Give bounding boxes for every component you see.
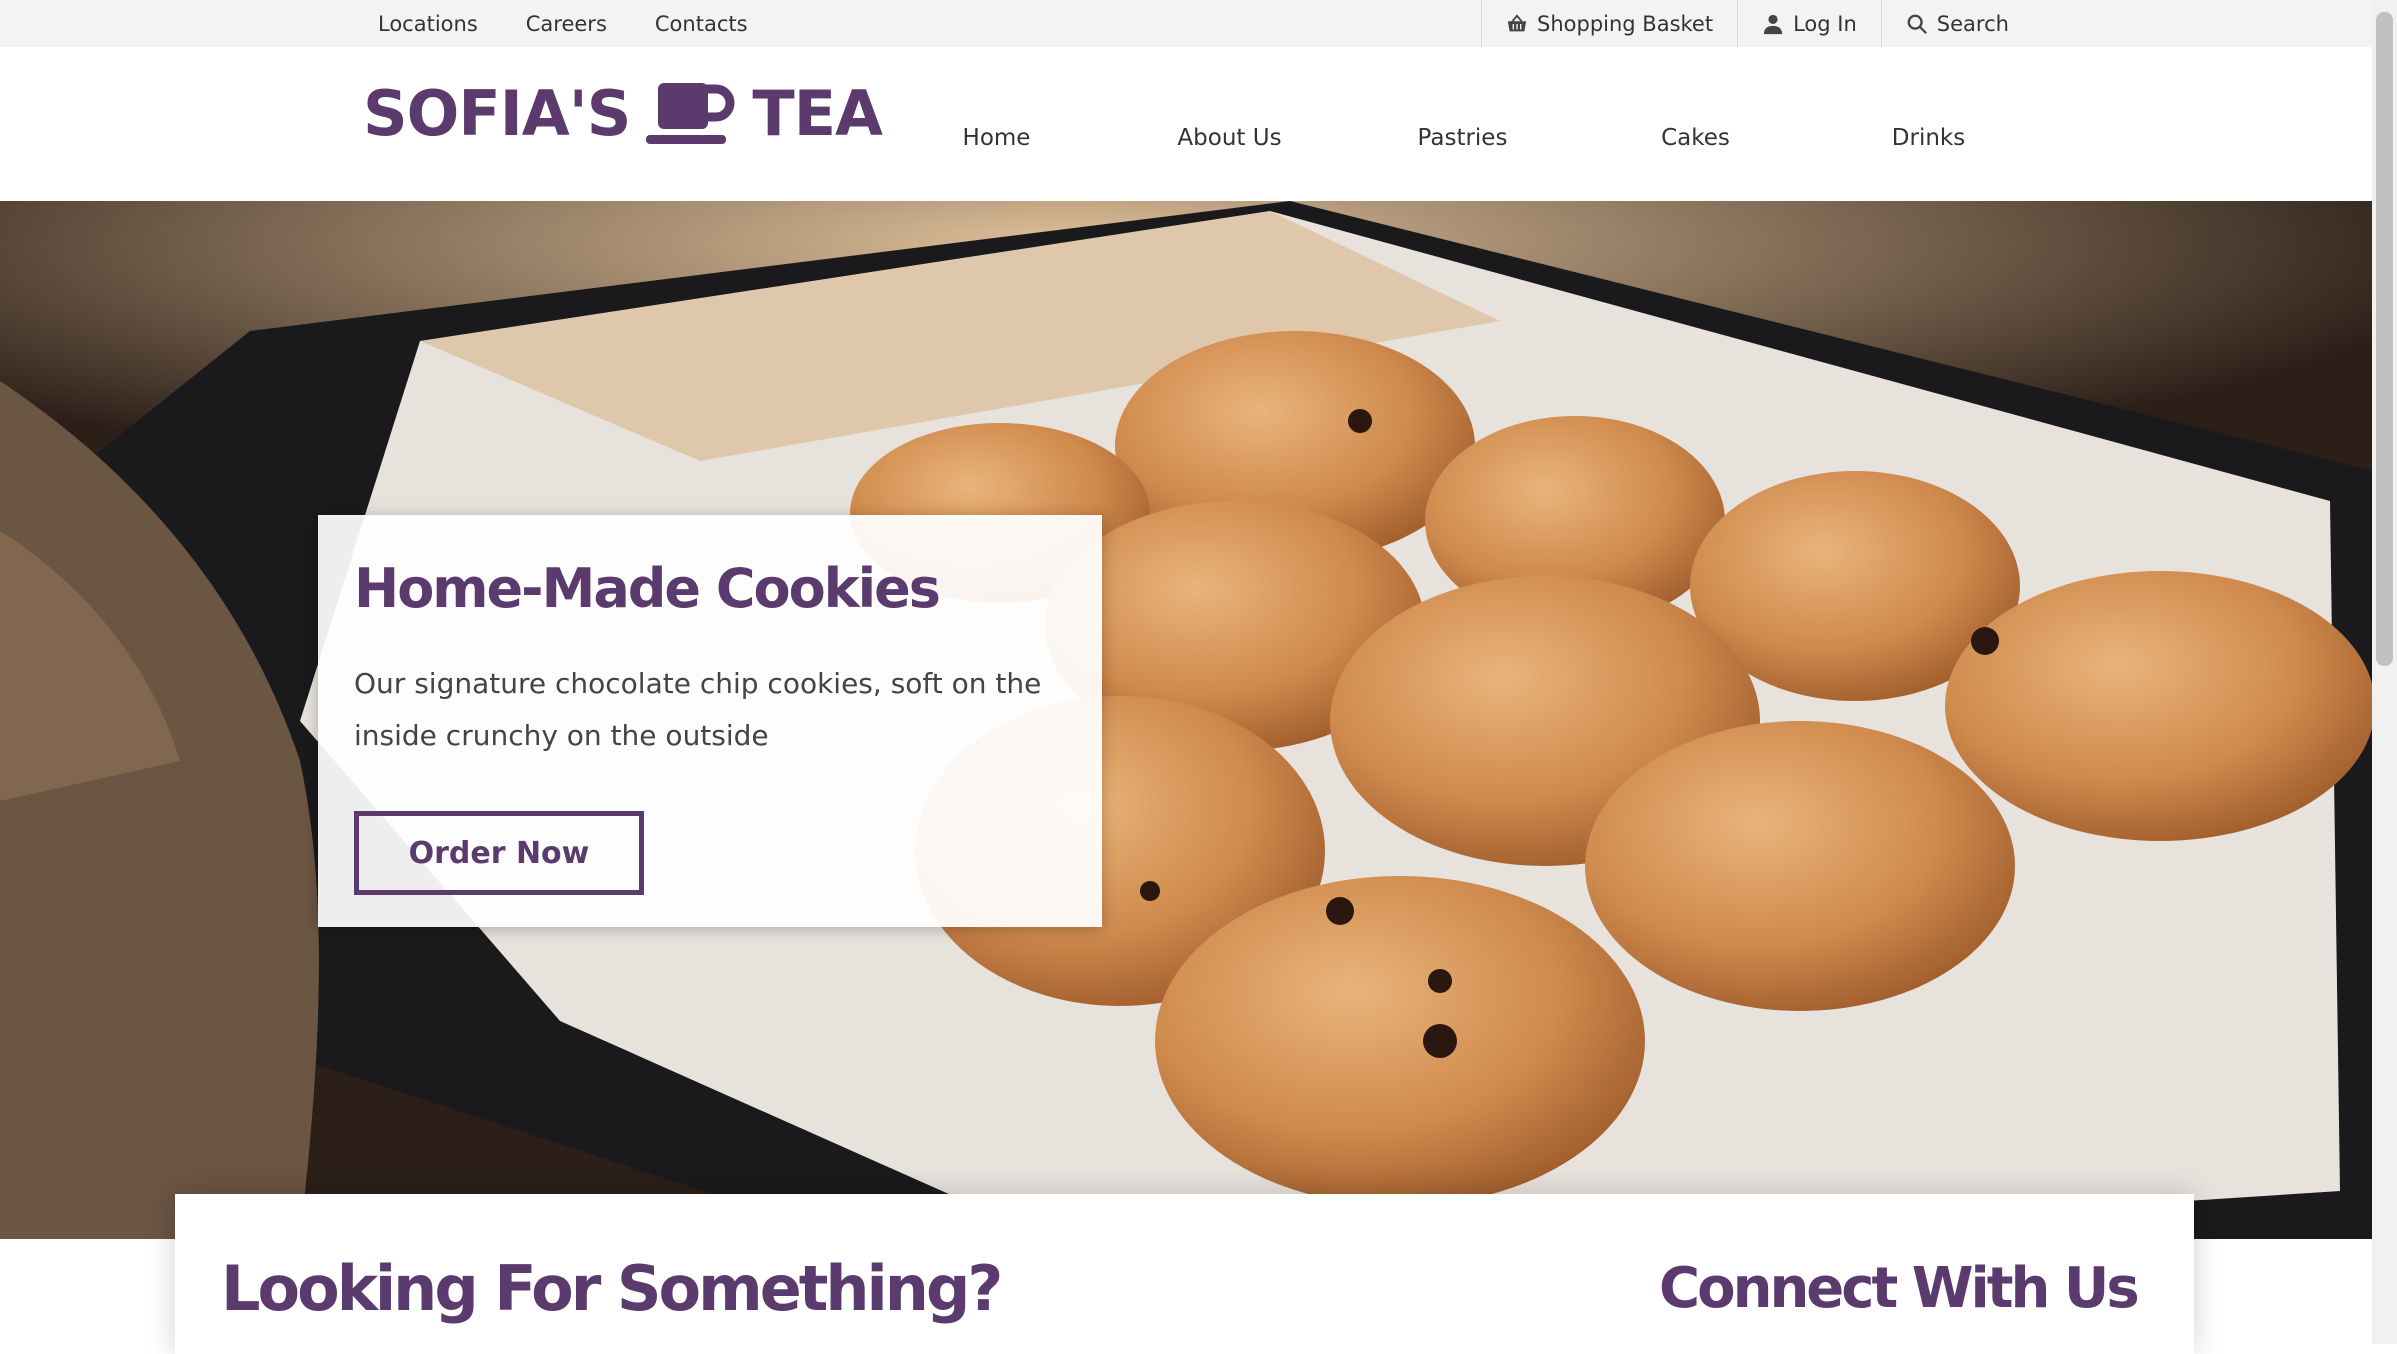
order-now-button[interactable]: Order Now <box>354 811 644 895</box>
looking-for-something-heading: Looking For Something? <box>221 1252 1003 1325</box>
logo-text-right: TEA <box>752 77 883 150</box>
nav-about-us[interactable]: About Us <box>1113 97 1346 151</box>
info-card: Looking For Something? Connect With Us <box>175 1194 2194 1354</box>
site-logo[interactable]: SOFIA'S TEA <box>363 77 883 150</box>
shopping-basket-button[interactable]: Shopping Basket <box>1481 0 1737 47</box>
promo-title: Home-Made Cookies <box>354 557 941 620</box>
nav-home[interactable]: Home <box>880 97 1113 151</box>
utility-actions: Shopping Basket Log In Search <box>1481 0 2033 47</box>
basket-icon <box>1507 13 1527 31</box>
scrollbar-thumb[interactable] <box>2376 12 2393 666</box>
main-nav: Home About Us Pastries Cakes Drinks <box>880 47 2045 201</box>
nav-cakes[interactable]: Cakes <box>1579 97 1812 151</box>
page-scrollbar[interactable] <box>2372 0 2397 1344</box>
contacts-link[interactable]: Contacts <box>655 12 748 36</box>
search-button[interactable]: Search <box>1880 0 2033 47</box>
shopping-basket-label: Shopping Basket <box>1537 11 1714 36</box>
site-header: SOFIA'S TEA Home About Us Pastries Cakes… <box>0 47 2372 201</box>
search-label: Search <box>1936 11 2009 36</box>
promo-description: Our signature chocolate chip cookies, so… <box>354 667 1042 752</box>
teacup-icon <box>646 82 735 144</box>
search-icon <box>1907 14 1927 34</box>
utility-links: Locations Careers Contacts <box>378 0 796 47</box>
utility-bar: Locations Careers Contacts Shopping Bask… <box>0 0 2372 47</box>
logo-text-left: SOFIA'S <box>363 77 631 150</box>
nav-drinks[interactable]: Drinks <box>1812 97 2045 151</box>
promo-card: Home-Made Cookies Our signature chocolat… <box>318 515 1102 927</box>
hero-banner: Home-Made Cookies Our signature chocolat… <box>0 201 2372 1239</box>
nav-pastries[interactable]: Pastries <box>1346 97 1579 151</box>
login-label: Log In <box>1793 11 1857 36</box>
connect-with-us-heading: Connect With Us <box>1659 1256 2140 1321</box>
login-button[interactable]: Log In <box>1737 0 1881 47</box>
locations-link[interactable]: Locations <box>378 12 478 36</box>
user-icon <box>1763 14 1783 34</box>
careers-link[interactable]: Careers <box>526 12 607 36</box>
